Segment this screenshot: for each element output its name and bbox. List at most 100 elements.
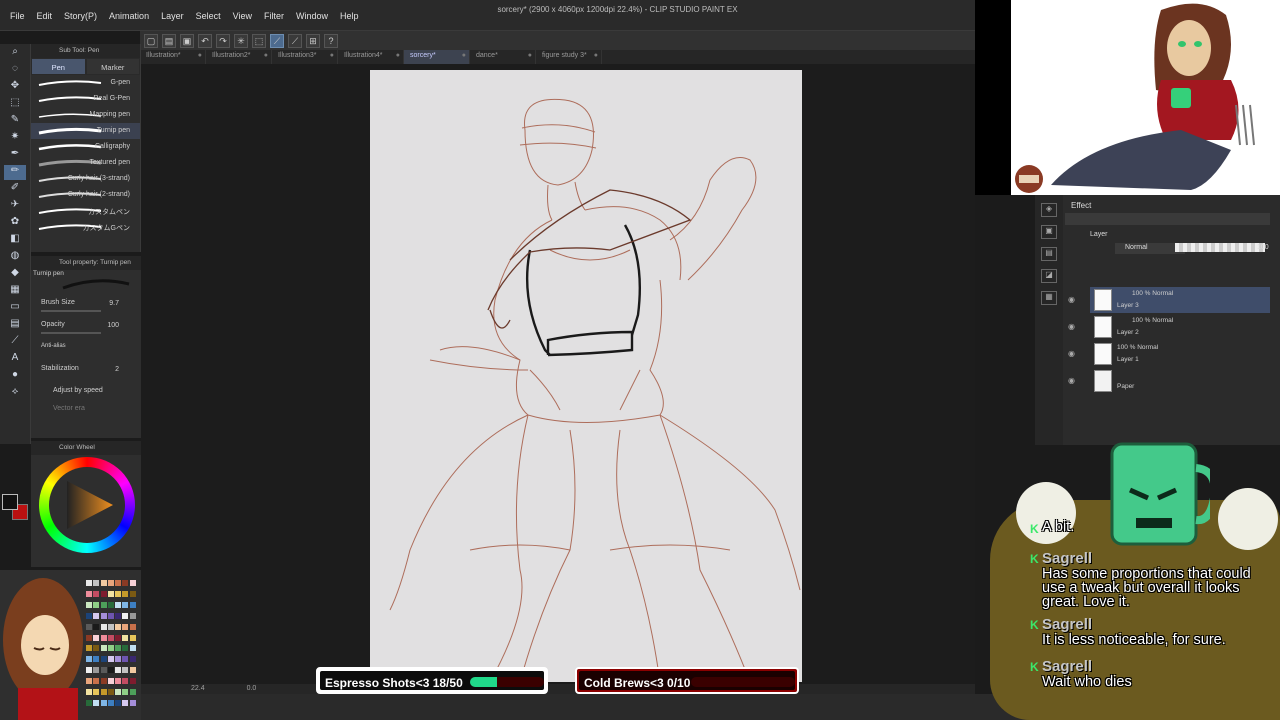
layer-row[interactable]: ◉ 100 % Normal Layer 1 xyxy=(1068,341,1270,367)
close-icon[interactable]: ● xyxy=(594,52,598,59)
eye-icon[interactable]: ◉ xyxy=(1068,349,1075,358)
palette-swatch[interactable] xyxy=(93,645,100,652)
palette-swatch[interactable] xyxy=(107,601,114,608)
palette-swatch[interactable] xyxy=(86,612,92,619)
menu-filter[interactable]: Filter xyxy=(258,11,290,21)
palette-swatch[interactable] xyxy=(122,645,129,652)
frame-tool-icon[interactable]: ▤ xyxy=(4,318,26,333)
close-icon[interactable]: ● xyxy=(462,52,466,59)
close-icon[interactable]: ● xyxy=(330,52,334,59)
blend-tool-icon[interactable]: ◍ xyxy=(4,250,26,265)
palette-swatch[interactable] xyxy=(122,580,129,586)
eraser-tool-icon[interactable]: ◧ xyxy=(4,233,26,248)
brush-item[interactable]: Curly hair (3-strand) xyxy=(31,171,140,187)
palette-swatch[interactable] xyxy=(115,645,122,652)
layer-name[interactable]: Layer 2 xyxy=(1117,329,1139,336)
transform-icon[interactable]: ⬚ xyxy=(252,33,266,48)
menu-edit[interactable]: Edit xyxy=(31,11,59,21)
palette-swatch[interactable] xyxy=(86,623,92,630)
palette-swatch[interactable] xyxy=(93,590,100,597)
palette-swatch[interactable] xyxy=(129,601,136,608)
snap-ruler-icon[interactable]: ⟋ xyxy=(270,33,284,48)
tab-marker[interactable]: Marker xyxy=(85,58,140,75)
palette-swatch[interactable] xyxy=(100,634,107,641)
palette-swatch[interactable] xyxy=(129,700,136,707)
close-icon[interactable]: ● xyxy=(264,52,268,59)
eye-icon[interactable]: ◉ xyxy=(1068,295,1075,304)
palette-swatch[interactable] xyxy=(129,623,136,630)
save-icon[interactable]: ▣ xyxy=(180,33,194,48)
palette-swatch[interactable] xyxy=(93,678,100,685)
palette-swatch[interactable] xyxy=(122,590,129,597)
palette-swatch[interactable] xyxy=(122,634,129,641)
palette-swatch[interactable] xyxy=(115,656,122,663)
palette-swatch[interactable] xyxy=(115,580,122,586)
palette-swatch[interactable] xyxy=(115,634,122,641)
palette-swatch[interactable] xyxy=(100,612,107,619)
palette-swatch[interactable] xyxy=(107,634,114,641)
close-icon[interactable]: ● xyxy=(198,52,202,59)
brush-item[interactable]: Real G-Pen xyxy=(31,91,140,107)
palette-swatch[interactable] xyxy=(115,667,122,674)
navigator-icon[interactable]: ▣ xyxy=(1041,225,1057,239)
palette-swatch[interactable] xyxy=(86,678,92,685)
clear-icon[interactable]: ✳ xyxy=(234,33,248,48)
color-triangle[interactable] xyxy=(61,477,117,533)
palette-swatch[interactable] xyxy=(129,689,136,696)
palette-swatch[interactable] xyxy=(86,667,92,674)
eye-icon[interactable]: ◉ xyxy=(1068,322,1075,331)
palette-swatch[interactable] xyxy=(86,580,92,586)
close-icon[interactable]: ● xyxy=(396,52,400,59)
pencil-tool-icon[interactable]: ✏ xyxy=(4,165,26,180)
palette-swatch[interactable] xyxy=(100,678,107,685)
snap-grid-icon[interactable]: ⊞ xyxy=(306,33,320,48)
brush-item[interactable]: カスタムGペン xyxy=(31,219,140,235)
drawing-canvas[interactable] xyxy=(370,70,802,682)
pen-tool-icon[interactable]: ✒ xyxy=(4,148,26,163)
palette-swatch[interactable] xyxy=(93,601,100,608)
adjust-speed-row[interactable]: Adjust by speed xyxy=(31,384,141,402)
brush-item[interactable]: カスタムペン xyxy=(31,203,140,219)
palette-swatch[interactable] xyxy=(115,623,122,630)
palette-swatch[interactable] xyxy=(107,700,114,707)
palette-swatch[interactable] xyxy=(86,689,92,696)
antialias-row[interactable]: Anti-alias xyxy=(31,340,141,362)
snap-special-ruler-icon[interactable]: ⟋ xyxy=(288,33,302,48)
palette-swatch[interactable] xyxy=(93,634,100,641)
stabilization-value[interactable]: 2 xyxy=(115,366,119,373)
menu-select[interactable]: Select xyxy=(190,11,227,21)
palette-swatch[interactable] xyxy=(93,612,100,619)
tab-figure-study-3[interactable]: figure study 3* ● xyxy=(536,50,602,64)
palette-swatch[interactable] xyxy=(129,678,136,685)
palette-swatch[interactable] xyxy=(93,623,100,630)
help-icon[interactable]: ? xyxy=(324,33,338,48)
palette-swatch[interactable] xyxy=(122,623,129,630)
palette-swatch[interactable] xyxy=(107,645,114,652)
palette-swatch[interactable] xyxy=(115,612,122,619)
layer-name[interactable]: Paper xyxy=(1117,383,1134,390)
operation-tool-icon[interactable]: ◌ xyxy=(4,63,26,78)
brush-size-row[interactable]: Brush Size 9.7 xyxy=(31,296,141,318)
layer-row[interactable]: ◉ 100 % Normal Layer 3 xyxy=(1068,287,1270,313)
selection-tool-icon[interactable]: ⬚ xyxy=(4,97,26,112)
palette-swatch[interactable] xyxy=(100,645,107,652)
palette-swatch[interactable] xyxy=(93,689,100,696)
eye-icon[interactable]: ◉ xyxy=(1068,376,1075,385)
layer-row[interactable]: ◉ Paper xyxy=(1068,368,1270,394)
brush-item[interactable]: Mapping pen xyxy=(31,107,140,123)
undo-icon[interactable]: ↶ xyxy=(198,33,212,48)
palette-swatch[interactable] xyxy=(100,689,107,696)
palette-swatch[interactable] xyxy=(107,612,114,619)
menu-file[interactable]: File xyxy=(4,11,31,21)
palette-swatch[interactable] xyxy=(86,634,92,641)
opacity-row[interactable]: Opacity 100 xyxy=(31,318,141,340)
layer-name[interactable]: Layer 3 xyxy=(1117,302,1139,309)
menu-help[interactable]: Help xyxy=(334,11,365,21)
brush-item[interactable]: Calligraphy xyxy=(31,139,140,155)
palette-swatch[interactable] xyxy=(93,667,100,674)
palette-swatch[interactable] xyxy=(122,667,129,674)
palette-swatch[interactable] xyxy=(122,601,129,608)
palette-swatch[interactable] xyxy=(93,656,100,663)
zoom-tool-icon[interactable]: ⌕ xyxy=(4,46,26,61)
tab-pen[interactable]: Pen xyxy=(31,58,86,75)
